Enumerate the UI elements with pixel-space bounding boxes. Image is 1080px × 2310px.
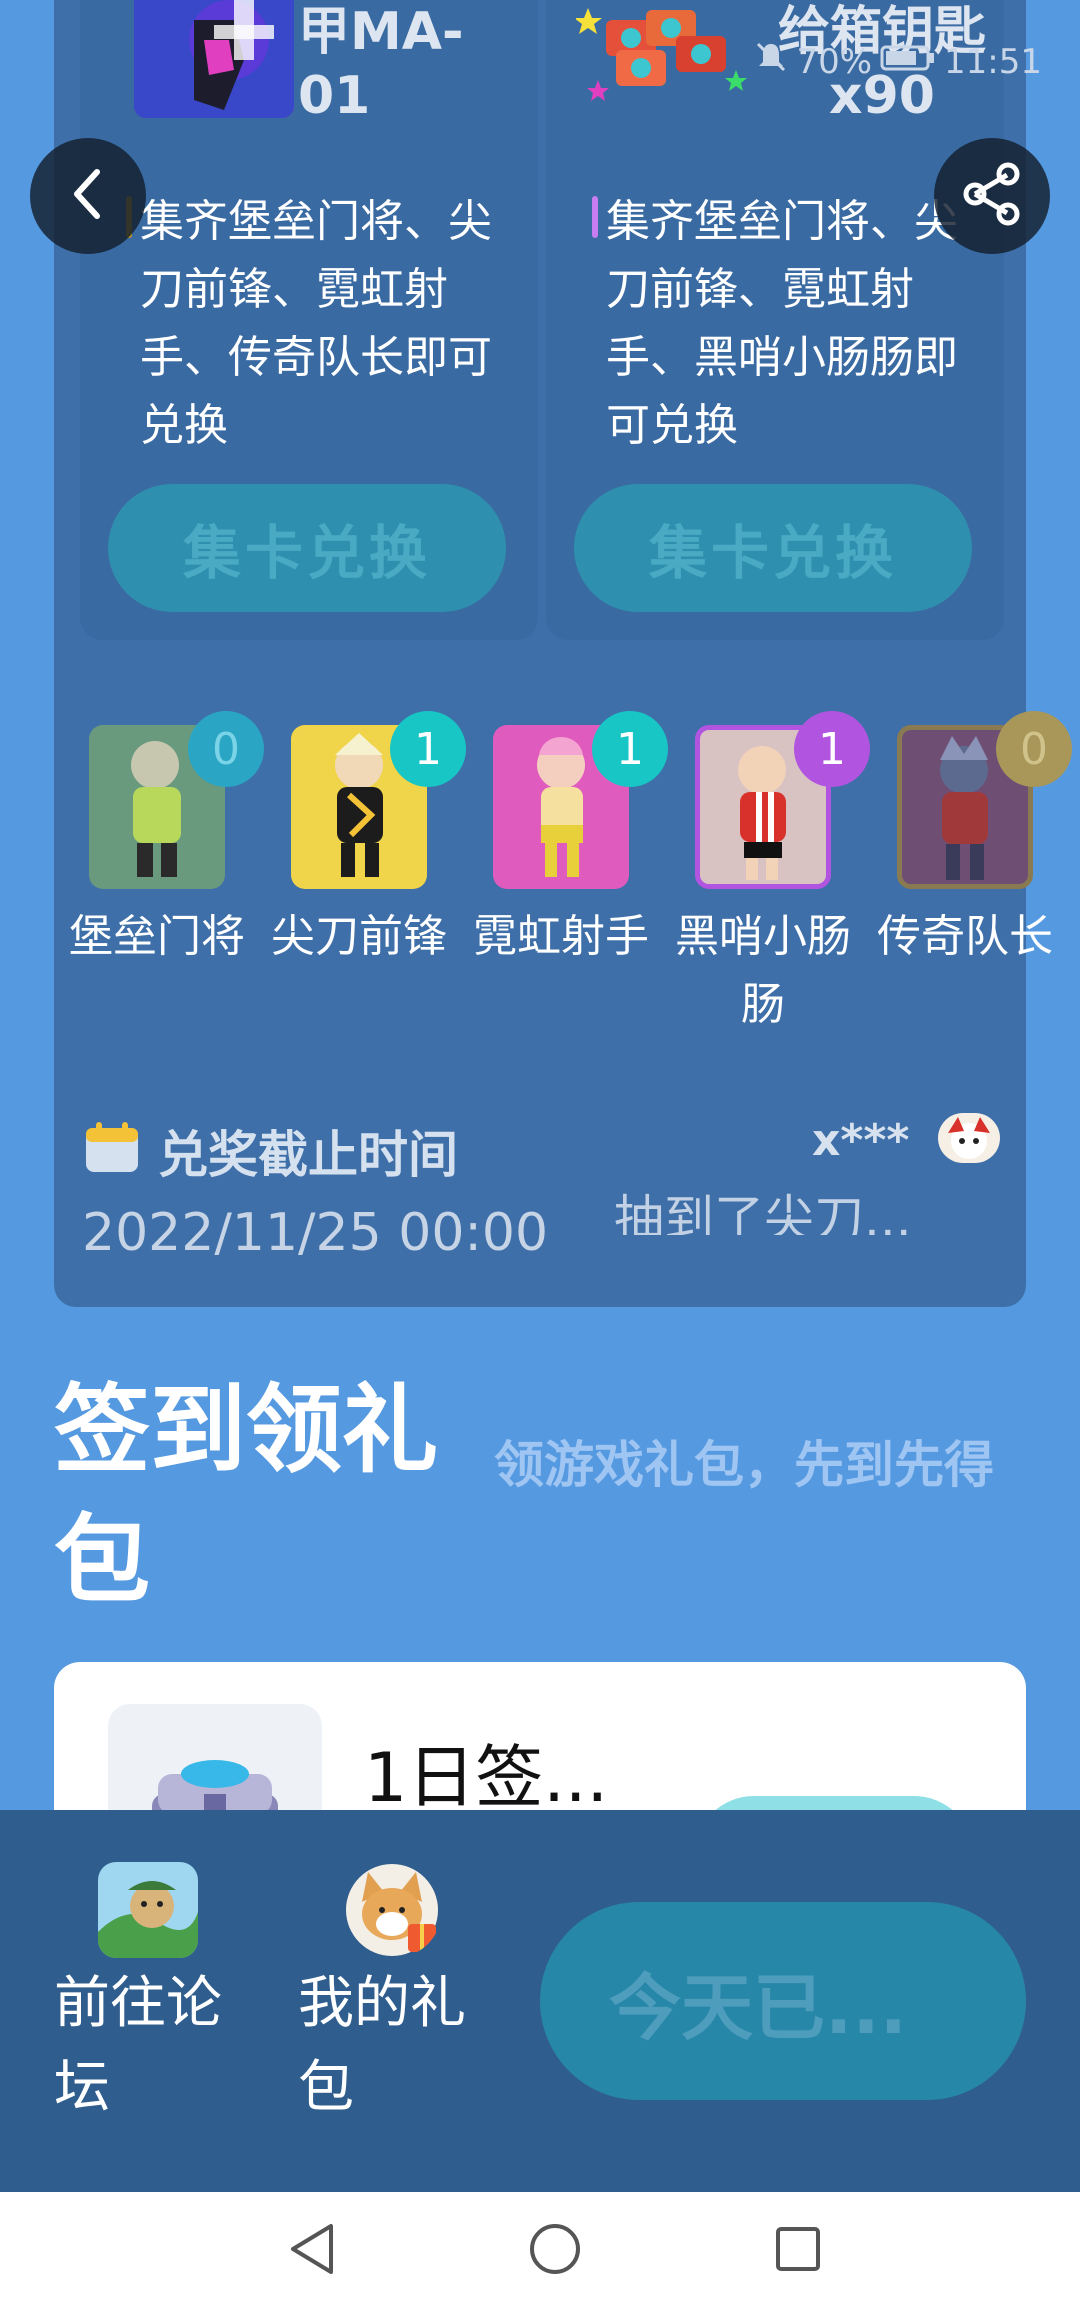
card-collection-panel: 0 堡垒门将 1 尖刀前锋 1 霓虹射手 1 黑哨小肠肠 0 传奇队长 兑奖截止… bbox=[54, 665, 1072, 1307]
ticker-message: 抽到了尖刀... bbox=[614, 1190, 912, 1235]
share-button[interactable] bbox=[934, 138, 1050, 254]
character-card[interactable]: 1 尖刀前锋 bbox=[264, 711, 466, 971]
square-recents-icon bbox=[773, 2224, 823, 2278]
user-avatar bbox=[938, 1113, 1000, 1163]
collect-exchange-button[interactable]: 集卡兑换 bbox=[574, 484, 972, 612]
character-name: 堡垒门将 bbox=[69, 911, 245, 962]
triangle-back-icon bbox=[287, 2222, 337, 2280]
character-card[interactable]: 1 黑哨小肠肠 bbox=[668, 711, 870, 1039]
status-bar: 70% 11:51 bbox=[754, 40, 1042, 83]
circle-home-icon bbox=[528, 2222, 582, 2280]
character-card[interactable]: 0 传奇队长 bbox=[870, 711, 1072, 971]
forum-link[interactable]: 前往论坛 bbox=[54, 1862, 254, 2130]
forum-icon bbox=[98, 1862, 198, 1958]
nav-recents-button[interactable] bbox=[768, 2221, 828, 2281]
system-navigation-bar bbox=[0, 2192, 1080, 2310]
nav-back-button[interactable] bbox=[282, 2221, 342, 2281]
exchange-panel: 甲MA-01 集齐堡垒门将、尖刀前锋、霓虹射手、传奇队长即可兑换 集卡兑换 给箱… bbox=[54, 0, 1026, 665]
battery-percent: 70% bbox=[796, 41, 873, 82]
my-gifts-link[interactable]: 我的礼包 bbox=[298, 1862, 498, 2130]
reward-image-mecha bbox=[134, 0, 294, 118]
collect-exchange-button[interactable]: 集卡兑换 bbox=[108, 484, 506, 612]
deadline-label: 兑奖截止时间 bbox=[158, 1126, 458, 1184]
character-name: 尖刀前锋 bbox=[271, 911, 447, 962]
clock: 11:51 bbox=[944, 41, 1042, 82]
deadline-time: 2022/11/25 00:00 bbox=[82, 1203, 549, 1263]
ticker-username: x*** bbox=[812, 1115, 910, 1166]
checked-in-today-button[interactable]: 今天已... bbox=[540, 1902, 1026, 2100]
section-title: 签到领礼包 bbox=[54, 1374, 438, 1616]
bottom-action-bar: 前往论坛 我的礼包 今天已... bbox=[0, 1810, 1080, 2192]
back-button[interactable] bbox=[30, 138, 146, 254]
gift-shiba-icon bbox=[342, 1862, 442, 1958]
exchange-card-1: 甲MA-01 集齐堡垒门将、尖刀前锋、霓虹射手、传奇队长即可兑换 集卡兑换 bbox=[80, 0, 538, 640]
battery-icon bbox=[880, 42, 936, 82]
card-count-badge: 1 bbox=[794, 711, 870, 787]
character-name: 传奇队长 bbox=[877, 911, 1053, 962]
exchange-card-2: 给箱钥匙x90 集齐堡垒门将、尖刀前锋、霓虹射手、黑哨小肠肠即可兑换 集卡兑换 bbox=[546, 0, 1004, 640]
card-title: 甲MA-01 bbox=[298, 2, 464, 126]
card-count-badge: 0 bbox=[996, 711, 1072, 787]
share-icon bbox=[959, 161, 1025, 231]
mute-icon bbox=[754, 40, 788, 83]
section-subtitle: 领游戏礼包，先到先得 bbox=[494, 1436, 994, 1494]
card-count-badge: 0 bbox=[188, 711, 264, 787]
character-name: 黑哨小肠肠 bbox=[675, 911, 851, 1030]
reward-image-keys bbox=[576, 0, 756, 118]
card-description: 集齐堡垒门将、尖刀前锋、霓虹射手、黑哨小肠肠即可兑换 bbox=[592, 188, 986, 460]
card-description: 集齐堡垒门将、尖刀前锋、霓虹射手、传奇队长即可兑换 bbox=[126, 188, 520, 460]
character-card[interactable]: 0 堡垒门将 bbox=[62, 711, 264, 971]
nav-home-button[interactable] bbox=[525, 2221, 585, 2281]
card-count-badge: 1 bbox=[390, 711, 466, 787]
character-name: 霓虹射手 bbox=[473, 911, 649, 962]
my-gifts-label: 我的礼包 bbox=[298, 1971, 466, 2120]
calendar-icon bbox=[84, 1120, 140, 1174]
character-card[interactable]: 1 霓虹射手 bbox=[466, 711, 668, 971]
chevron-left-icon bbox=[63, 164, 113, 228]
forum-label: 前往论坛 bbox=[54, 1971, 222, 2120]
card-count-badge: 1 bbox=[592, 711, 668, 787]
signin-day-label: 1日签... bbox=[364, 1739, 609, 1818]
character-list: 0 堡垒门将 1 尖刀前锋 1 霓虹射手 1 黑哨小肠肠 0 传奇队长 bbox=[54, 711, 1072, 1045]
